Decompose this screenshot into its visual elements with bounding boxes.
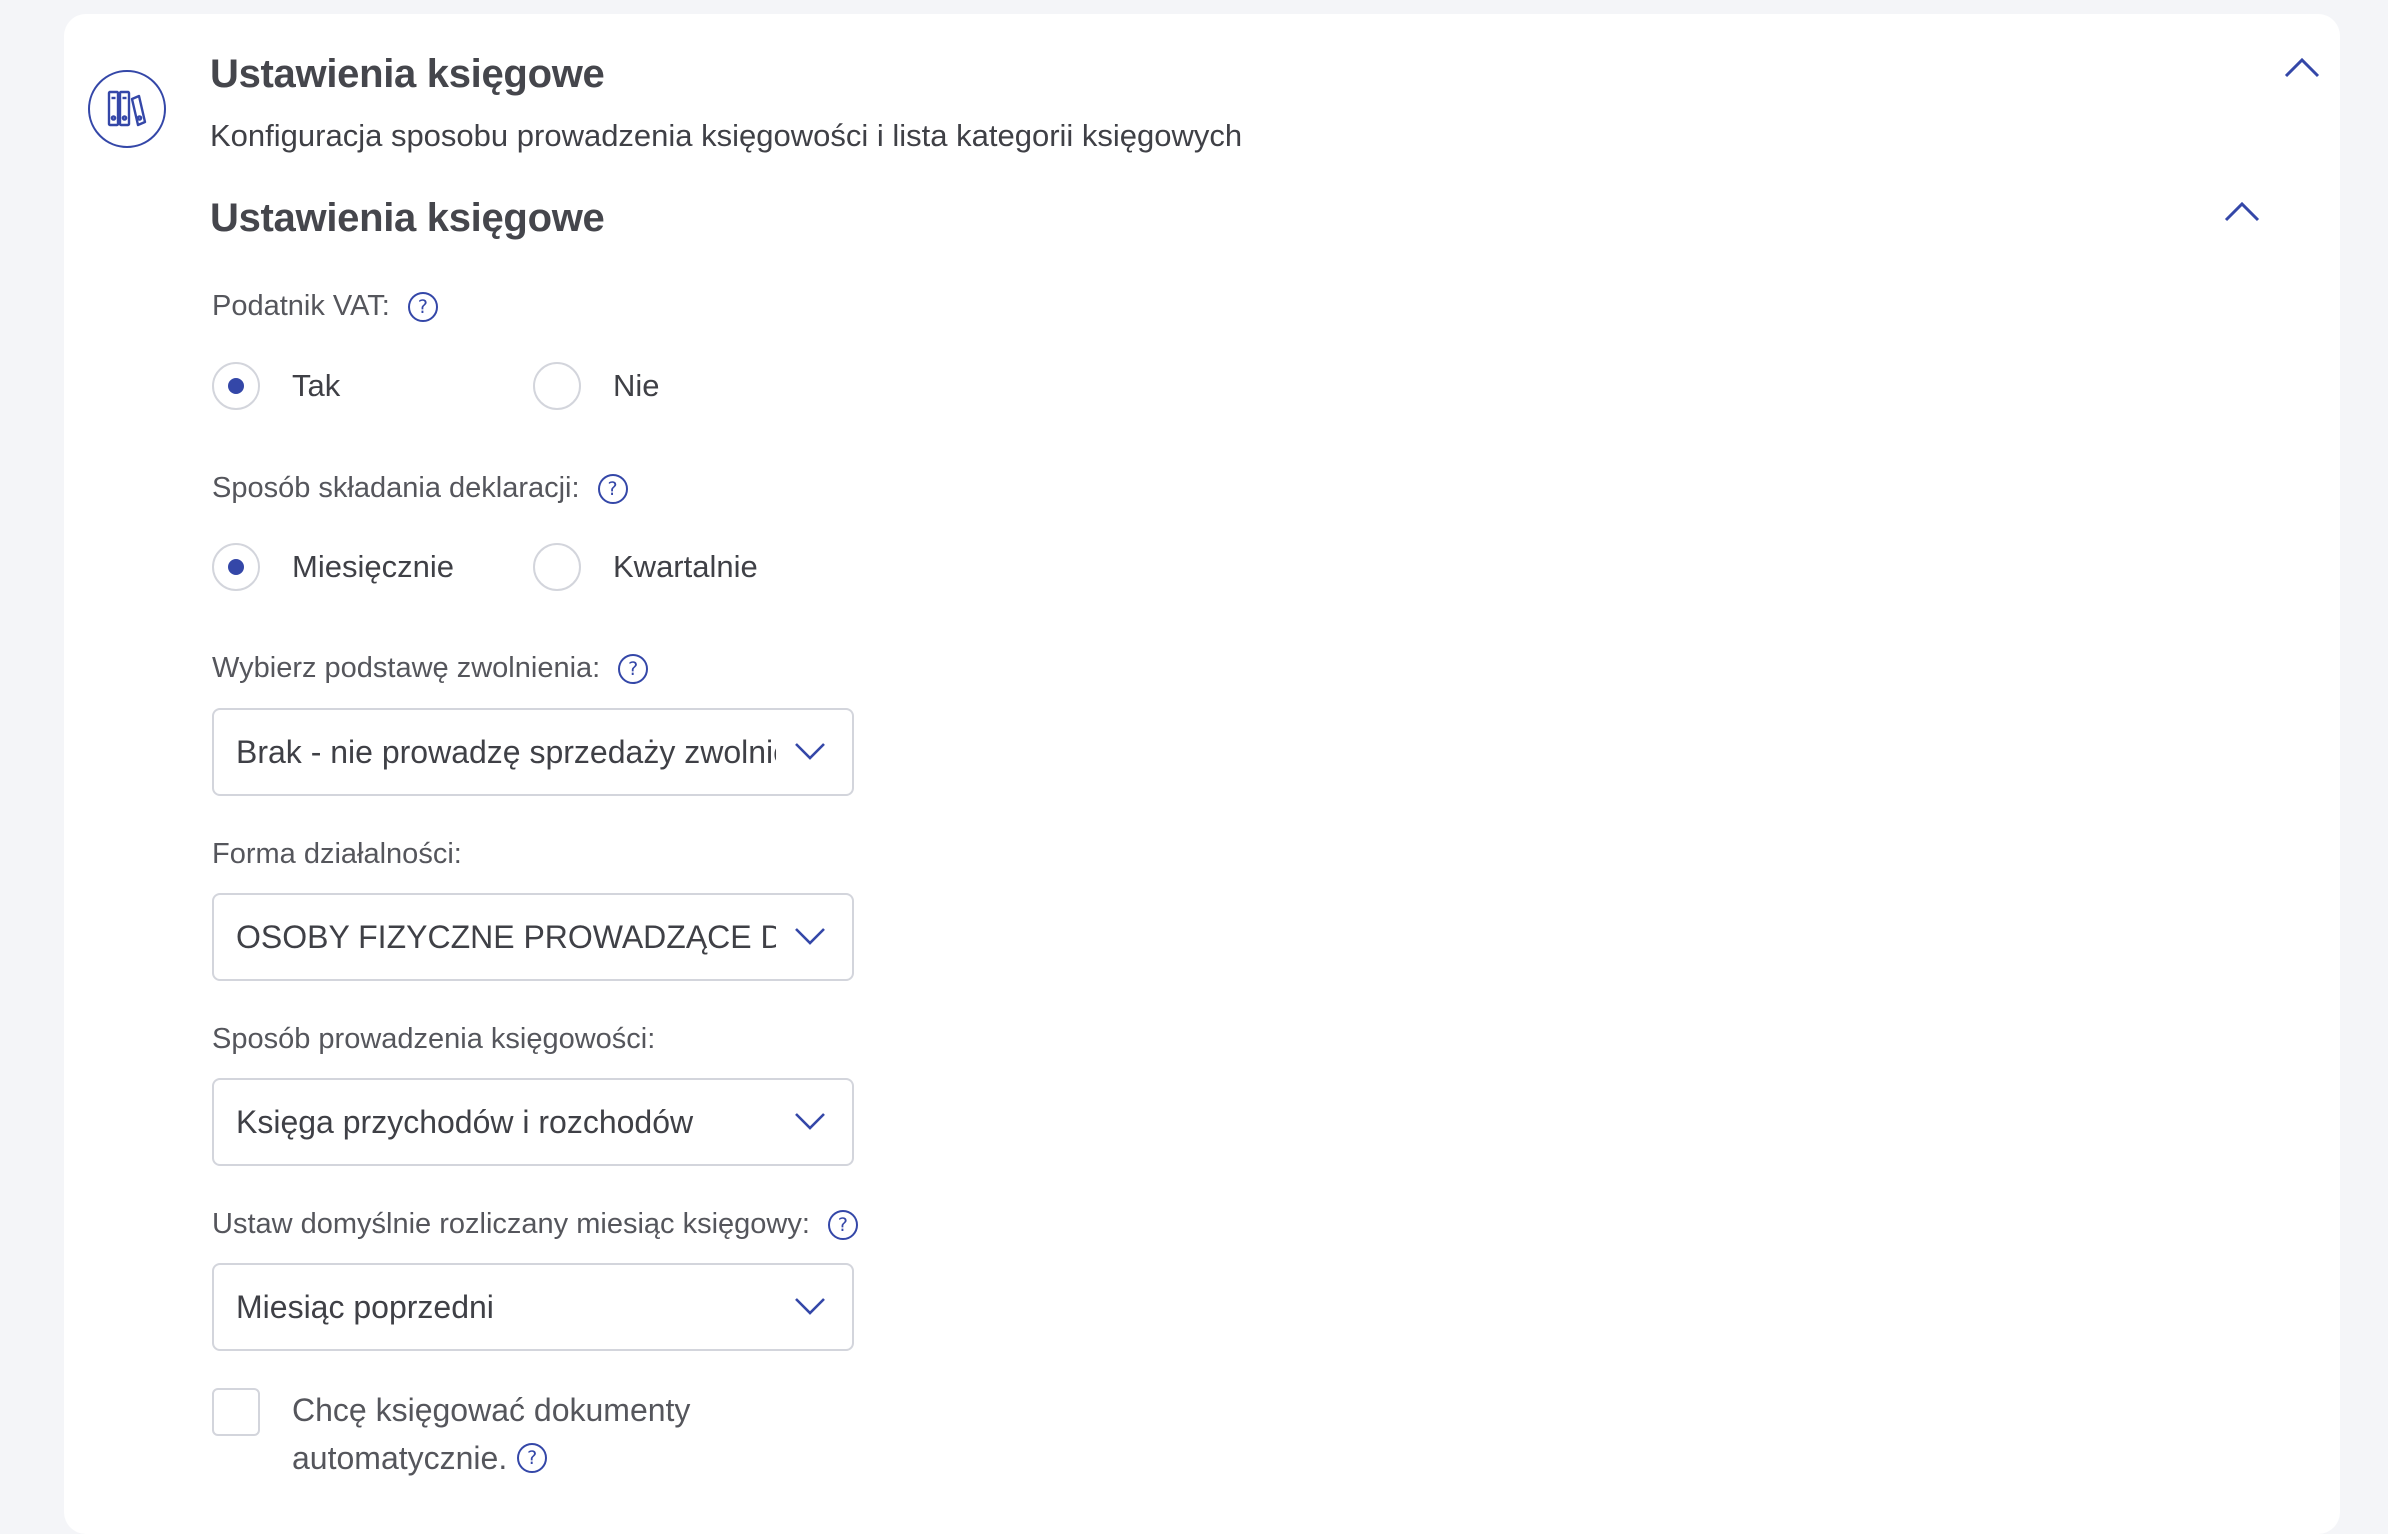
page-description: Konfiguracja sposobu prowadzenia księgow…: [210, 118, 1243, 153]
section-title: Ustawienia księgowe: [210, 196, 605, 240]
exemption-label: Wybierz podstawę zwolnienia: ?: [212, 652, 649, 685]
help-icon[interactable]: ?: [517, 1443, 548, 1473]
radio-button[interactable]: [533, 362, 581, 410]
chevron-down-icon: [795, 928, 825, 945]
chevron-down-icon: [795, 743, 825, 760]
help-icon[interactable]: ?: [407, 291, 438, 322]
business-form-label: Forma działalności:: [212, 838, 462, 870]
radio-button[interactable]: [212, 362, 260, 410]
radio-vat-yes[interactable]: Tak: [212, 362, 340, 410]
declaration-label: Sposób składania deklaracji: ?: [212, 472, 628, 505]
help-icon[interactable]: ?: [618, 653, 649, 684]
radio-quarterly[interactable]: Kwartalnie: [533, 543, 758, 591]
accounting-method-select[interactable]: Księga przychodów i rozchodów: [212, 1078, 854, 1166]
auto-booking-label[interactable]: Chcę księgować dokumenty automatycznie. …: [292, 1386, 690, 1482]
section-chevron-up-icon[interactable]: [2224, 200, 2260, 222]
default-month-label: Ustaw domyślnie rozliczany miesiąc księg…: [212, 1208, 858, 1241]
exemption-select[interactable]: Brak - nie prowadzę sprzedaży zwolnionej: [212, 708, 854, 796]
accounting-method-label: Sposób prowadzenia księgowości:: [212, 1023, 656, 1055]
help-icon[interactable]: ?: [597, 473, 628, 504]
page-title: Ustawienia księgowe: [210, 52, 605, 96]
select-value: Miesiąc poprzedni: [236, 1289, 494, 1325]
auto-booking-checkbox[interactable]: [212, 1388, 260, 1436]
chevron-down-icon: [795, 1298, 825, 1315]
chevron-down-icon: [795, 1113, 825, 1130]
default-month-select[interactable]: Miesiąc poprzedni: [212, 1263, 854, 1351]
business-form-select[interactable]: OSOBY FIZYCZNE PROWADZĄCE DZIAŁALNOŚĆ: [212, 893, 854, 981]
select-value: Brak - nie prowadzę sprzedaży zwolnionej: [236, 734, 776, 770]
select-value: Księga przychodów i rozchodów: [236, 1104, 694, 1140]
radio-button[interactable]: [212, 543, 260, 591]
chevron-up-icon[interactable]: [2284, 56, 2320, 78]
vat-label: Podatnik VAT: ?: [212, 290, 438, 323]
radio-button[interactable]: [533, 543, 581, 591]
help-icon[interactable]: ?: [827, 1209, 858, 1240]
binders-icon: [88, 70, 166, 148]
radio-monthly[interactable]: Miesięcznie: [212, 543, 454, 591]
radio-vat-no[interactable]: Nie: [533, 362, 660, 410]
select-value: OSOBY FIZYCZNE PROWADZĄCE DZIAŁALNOŚĆ: [236, 919, 776, 955]
